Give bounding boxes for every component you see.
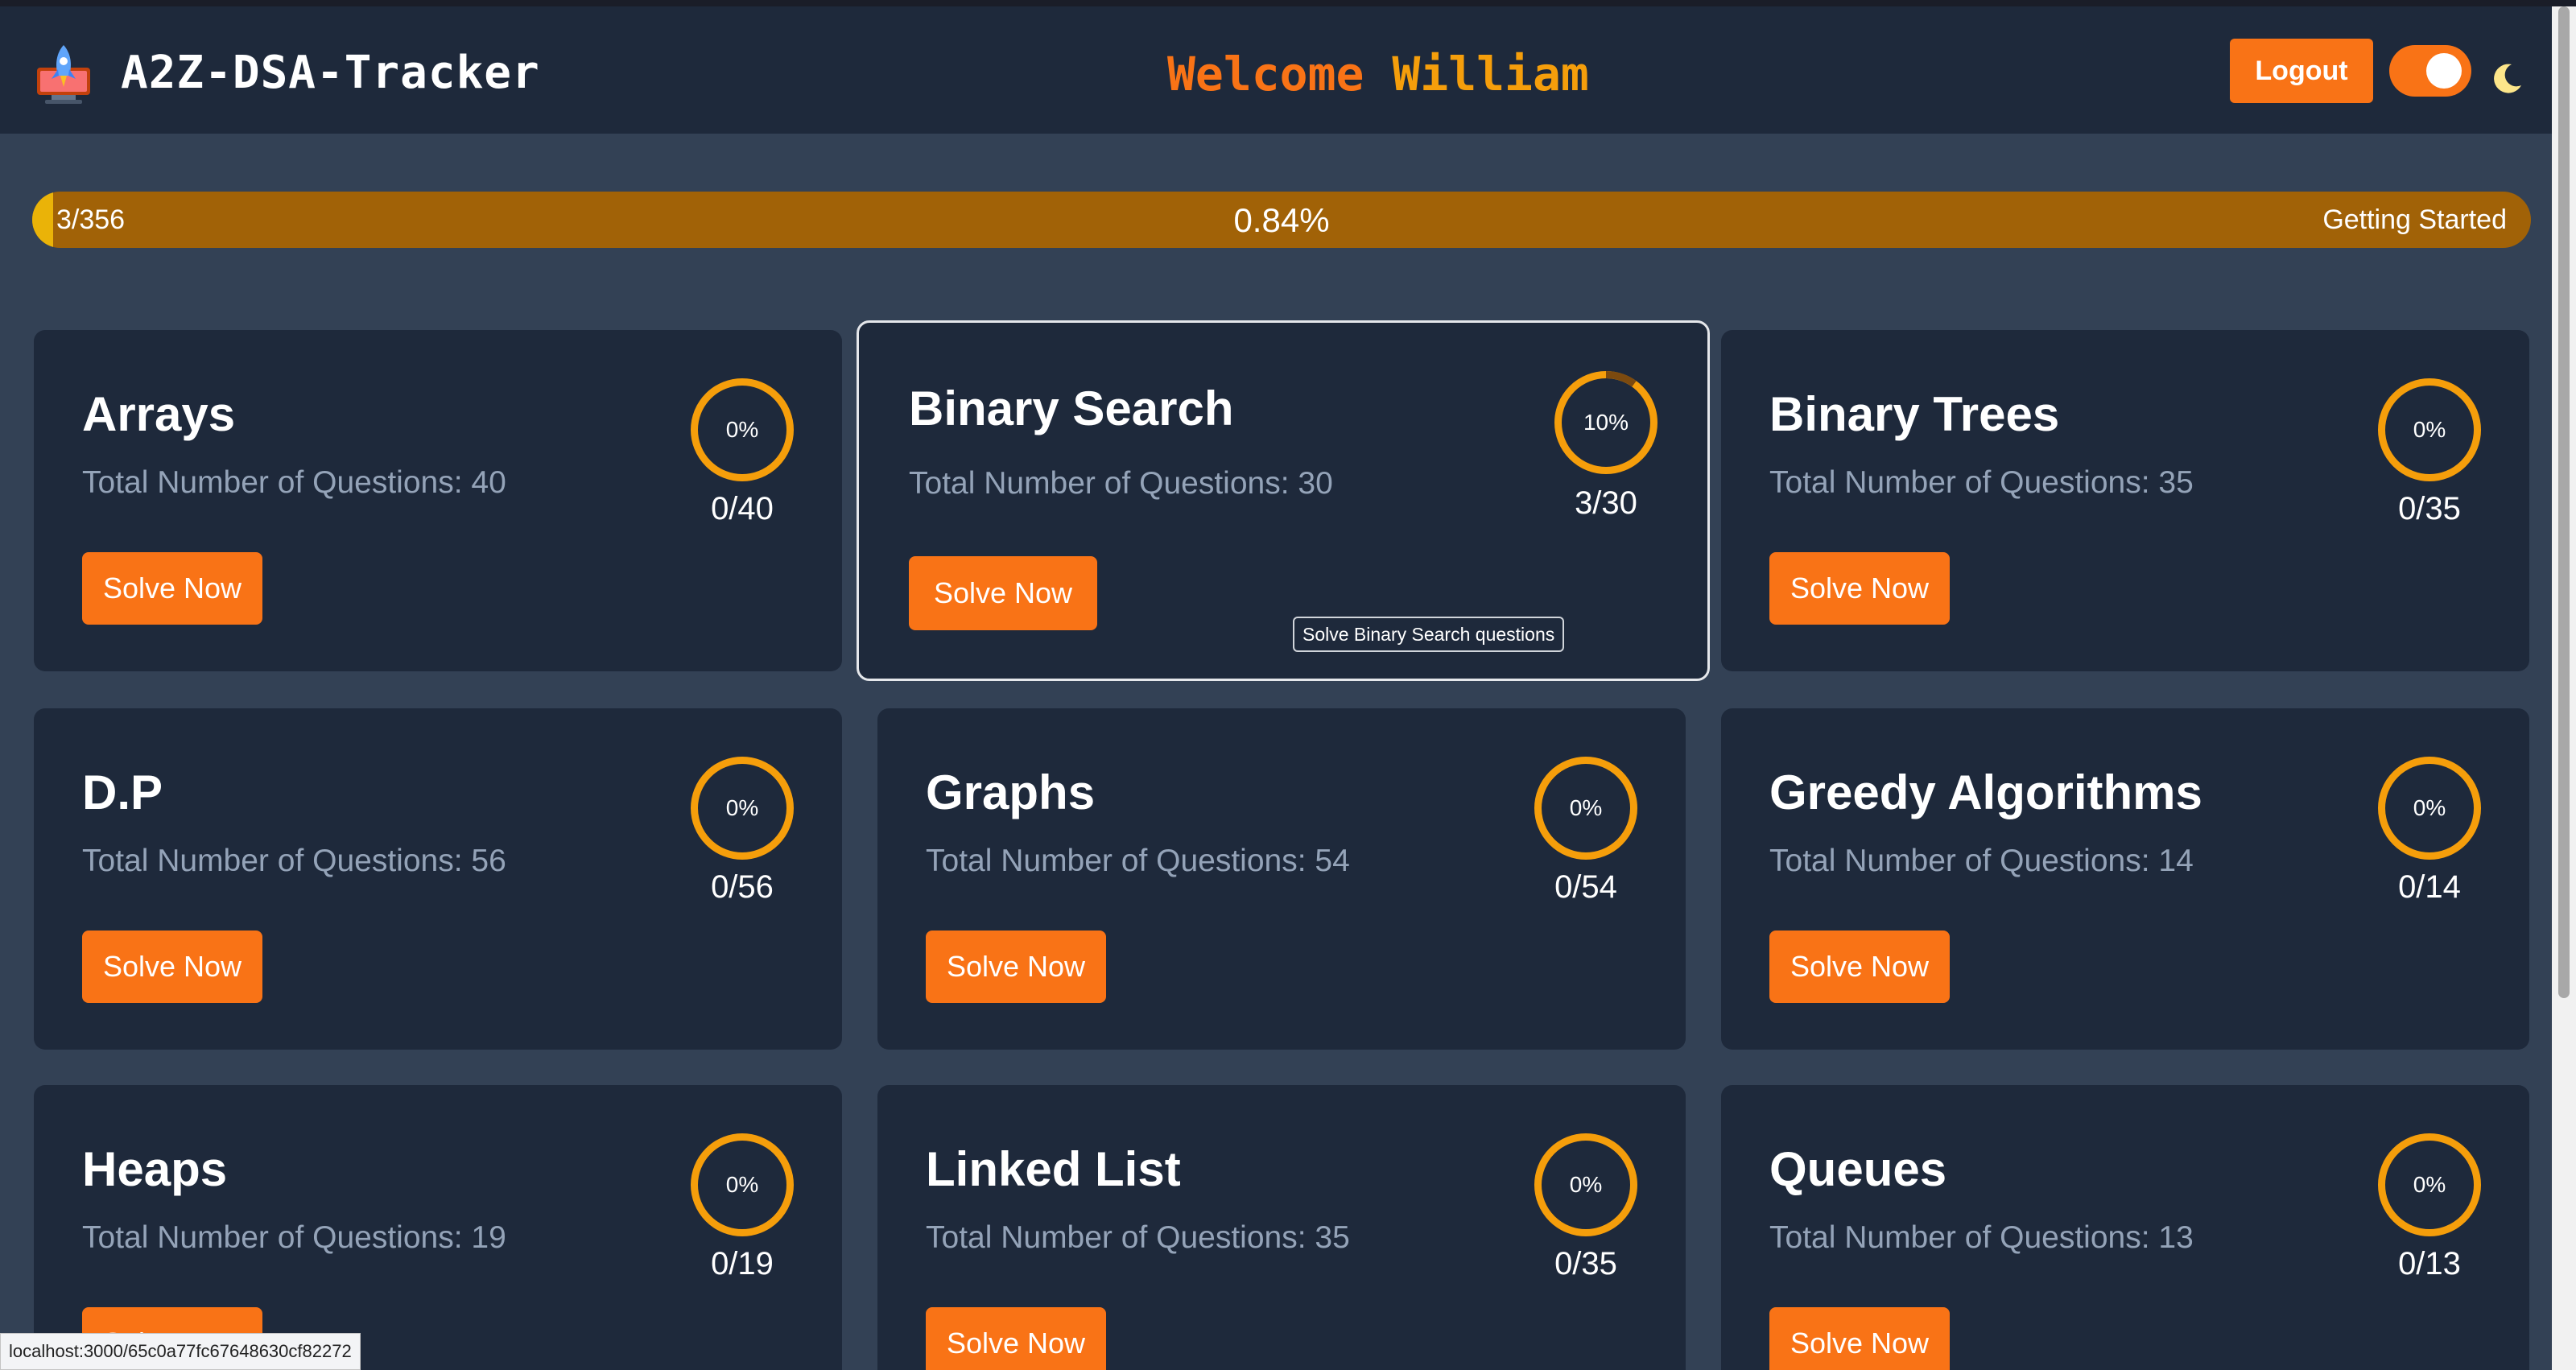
progress-ring-percent: 0% bbox=[2413, 1172, 2446, 1197]
progress-ring: 0% bbox=[1534, 1133, 1637, 1236]
theme-toggle[interactable] bbox=[2389, 45, 2471, 97]
topic-question-count: Total Number of Questions: 13 bbox=[1769, 1220, 2194, 1255]
progress-ring: 0% bbox=[2378, 378, 2481, 481]
progress-ring: 0% bbox=[691, 1133, 794, 1236]
progress-ring-percent: 0% bbox=[725, 795, 759, 820]
welcome-message: Welcome William bbox=[1167, 47, 1589, 101]
solved-ratio: 0/40 bbox=[711, 491, 774, 526]
toggle-knob bbox=[2426, 53, 2462, 89]
solve-now-button[interactable]: Solve Now bbox=[926, 931, 1106, 1003]
topic-title: Linked List bbox=[926, 1142, 1181, 1196]
solve-now-button[interactable]: Solve Now bbox=[926, 1307, 1106, 1370]
solved-ratio: 0/19 bbox=[711, 1246, 774, 1281]
progress-ring-percent: 0% bbox=[2413, 795, 2446, 820]
navbar: A2Z-DSA-Tracker Welcome William Logout bbox=[0, 6, 2552, 134]
topic-card-binary-trees: Binary Trees Total Number of Questions: … bbox=[1721, 330, 2529, 671]
topic-question-count: Total Number of Questions: 19 bbox=[82, 1220, 506, 1255]
progress-ring-percent: 0% bbox=[1569, 795, 1603, 820]
topic-question-count: Total Number of Questions: 35 bbox=[1769, 465, 2194, 500]
solved-ratio: 3/30 bbox=[1575, 485, 1637, 521]
rocket-icon bbox=[37, 45, 90, 104]
solve-now-button[interactable]: Solve Now bbox=[82, 552, 262, 625]
topic-question-count: Total Number of Questions: 14 bbox=[1769, 844, 2194, 878]
scrollbar-thumb[interactable] bbox=[2558, 6, 2570, 998]
solved-ratio: 0/54 bbox=[1554, 869, 1617, 905]
overall-progress-bar: 3/356 0.84% Getting Started bbox=[32, 192, 2531, 248]
topic-card-queues: Queues Total Number of Questions: 13 Sol… bbox=[1721, 1085, 2529, 1370]
progress-ring-percent: 0% bbox=[725, 1172, 759, 1197]
progress-ring: 0% bbox=[691, 378, 794, 481]
app-title: A2Z-DSA-Tracker bbox=[121, 47, 540, 99]
topic-card-heaps: Heaps Total Number of Questions: 19 Solv… bbox=[34, 1085, 842, 1370]
progress-ring: 0% bbox=[2378, 1133, 2481, 1236]
topic-title: Heaps bbox=[82, 1142, 228, 1196]
progress-ring-percent: 0% bbox=[1569, 1172, 1603, 1197]
topic-card-dp: D.P Total Number of Questions: 56 Solve … bbox=[34, 708, 842, 1050]
solve-now-button[interactable]: Solve Now bbox=[82, 931, 262, 1003]
window-top-edge bbox=[0, 0, 2576, 6]
solved-ratio: 0/35 bbox=[2398, 491, 2461, 526]
solve-now-button[interactable]: Solve Now bbox=[909, 556, 1097, 630]
progress-ring: 10% bbox=[1554, 371, 1657, 474]
progress-ring: 0% bbox=[2378, 757, 2481, 860]
topic-title: Graphs bbox=[926, 765, 1096, 819]
topic-card-graphs: Graphs Total Number of Questions: 54 Sol… bbox=[877, 708, 1686, 1050]
progress-ring-percent: 0% bbox=[2413, 417, 2446, 442]
status-bar-url: localhost:3000/65c0a77fc67648630cf82272 bbox=[0, 1333, 361, 1370]
topic-card-arrays: Arrays Total Number of Questions: 40 Sol… bbox=[34, 330, 842, 671]
topic-title: D.P bbox=[82, 765, 163, 819]
topic-question-count: Total Number of Questions: 40 bbox=[82, 465, 506, 500]
topic-question-count: Total Number of Questions: 56 bbox=[82, 844, 506, 878]
overall-progress-level: Getting Started bbox=[2322, 204, 2507, 235]
topic-question-count: Total Number of Questions: 35 bbox=[926, 1220, 1350, 1255]
user-name: William bbox=[1392, 47, 1589, 101]
topic-question-count: Total Number of Questions: 30 bbox=[909, 466, 1333, 501]
topic-title: Arrays bbox=[82, 387, 236, 441]
solved-ratio: 0/14 bbox=[2398, 869, 2461, 905]
topic-card-greedy-algorithms: Greedy Algorithms Total Number of Questi… bbox=[1721, 708, 2529, 1050]
solve-now-button[interactable]: Solve Now bbox=[1769, 931, 1950, 1003]
solve-now-button[interactable]: Solve Now bbox=[1769, 552, 1950, 625]
progress-ring: 0% bbox=[691, 757, 794, 860]
logout-button[interactable]: Logout bbox=[2230, 39, 2373, 103]
solved-ratio: 0/13 bbox=[2398, 1246, 2461, 1281]
topic-title: Queues bbox=[1769, 1142, 1947, 1196]
topic-card-binary-search: Binary Search Total Number of Questions:… bbox=[857, 320, 1710, 681]
solved-ratio: 0/35 bbox=[1554, 1246, 1617, 1281]
topic-question-count: Total Number of Questions: 54 bbox=[926, 844, 1350, 878]
progress-ring-percent: 10% bbox=[1583, 410, 1629, 435]
overall-progress-percent: 0.84% bbox=[1233, 201, 1330, 239]
topic-title: Binary Search bbox=[909, 382, 1234, 435]
progress-ring-percent: 0% bbox=[725, 417, 759, 442]
moon-icon bbox=[2494, 64, 2521, 93]
solve-now-button[interactable]: Solve Now bbox=[1769, 1307, 1950, 1370]
topic-card-linked-list: Linked List Total Number of Questions: 3… bbox=[877, 1085, 1686, 1370]
welcome-prefix: Welcome bbox=[1167, 47, 1364, 101]
progress-ring: 0% bbox=[1534, 757, 1637, 860]
solved-ratio: 0/56 bbox=[711, 869, 774, 905]
solve-button-tooltip: Solve Binary Search questions bbox=[1293, 617, 1565, 652]
topic-title: Binary Trees bbox=[1769, 387, 2060, 441]
topic-title: Greedy Algorithms bbox=[1769, 765, 2202, 819]
